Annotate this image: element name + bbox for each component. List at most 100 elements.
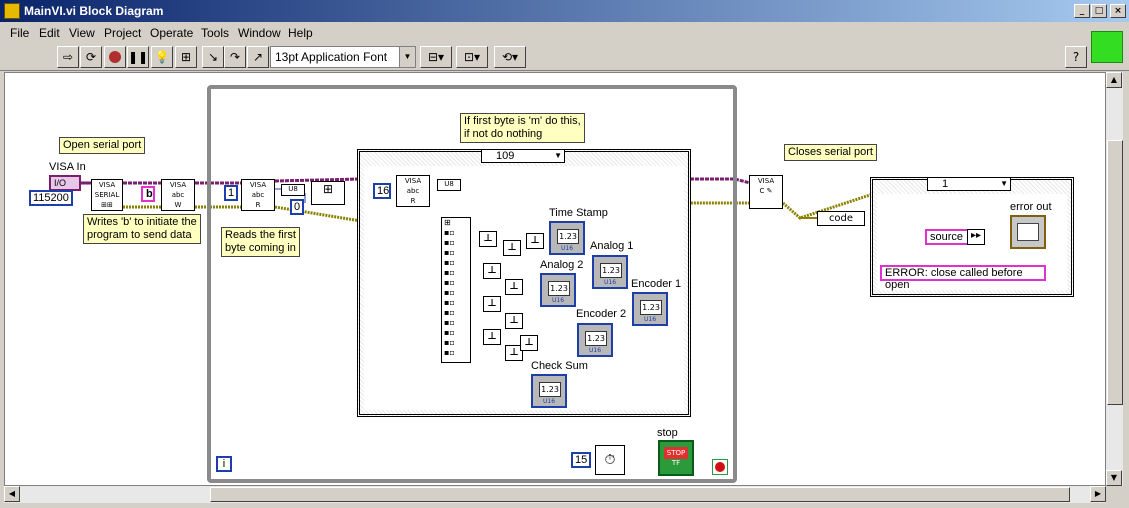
visa-in-control[interactable]: I/O — [49, 175, 81, 191]
comment-writes-b: Writes 'b' to initiate the program to sen… — [83, 214, 201, 244]
indicator-analog-2-value: 1.23 — [548, 281, 570, 296]
run-continuously-icon[interactable]: ⟳ — [80, 46, 102, 68]
pause-icon[interactable]: ❚❚ — [127, 46, 149, 68]
font-selector-value: 13pt Application Font — [275, 50, 388, 64]
label-error-out: error out — [1010, 201, 1052, 213]
label-analog-2: Analog 2 — [540, 259, 584, 271]
block-diagram-canvas: Open serial port Writes 'b' to initiate … — [4, 72, 1106, 486]
menu-edit[interactable]: Edit — [39, 26, 60, 40]
label-stop: stop — [657, 427, 678, 439]
window-title: MainVI.vi Block Diagram — [24, 4, 164, 18]
type-cast-node[interactable]: U8 — [281, 184, 305, 196]
join-numbers-node-5[interactable]: ⊥ — [505, 279, 523, 295]
font-selector[interactable]: 13pt Application Font ▼ — [270, 46, 416, 68]
unbundle-code-label: code — [828, 213, 854, 224]
horizontal-scroll-thumb[interactable] — [210, 487, 1070, 502]
menu-help[interactable]: Help — [288, 26, 313, 40]
comment-open-serial: Open serial port — [59, 137, 146, 154]
menu-bar: File Edit View Project Operate Tools Win… — [0, 23, 1129, 43]
wait-ms-constant[interactable]: 15 — [571, 452, 591, 468]
highlight-execution-icon[interactable]: 💡 — [151, 46, 173, 68]
close-button[interactable]: × — [1110, 4, 1126, 18]
menu-tools[interactable]: Tools — [201, 26, 229, 40]
index-array-tall-node[interactable]: ⊞ ▪▫ ▪▫ ▪▫ ▪▫ ▪▫ ▪▫ ▪▫ ▪▫ ▪▫ ▪▫ ▪▫ ▪▫ ▪▫ — [441, 217, 471, 363]
menu-project[interactable]: Project — [104, 26, 141, 40]
case-selector-right[interactable]: 1 ▼ — [927, 177, 1011, 191]
distribute-objects-icon[interactable]: ⊡▾ — [456, 46, 488, 68]
visa-read-16-node[interactable]: VISA abc R — [396, 175, 430, 207]
help-button[interactable]: ? — [1065, 46, 1087, 68]
label-encoder-2: Encoder 2 — [576, 308, 627, 320]
label-check-sum: Check Sum — [531, 360, 588, 372]
type-cast-node-2[interactable]: U8 — [437, 179, 461, 191]
join-numbers-node-3[interactable]: ⊥ — [526, 233, 544, 249]
indicator-analog-1-value: 1.23 — [600, 263, 622, 278]
indicator-check-sum-type: U16 — [543, 398, 556, 405]
join-numbers-node-6[interactable]: ⊥ — [483, 296, 501, 312]
bytes-16-constant[interactable]: 16 — [373, 183, 391, 199]
join-numbers-node-8[interactable]: ⊥ — [483, 329, 501, 345]
case-selector-inner-value: 109 — [496, 150, 515, 162]
scroll-left-icon[interactable]: ◀ — [4, 486, 20, 502]
indicator-check-sum-value: 1.23 — [539, 382, 561, 397]
indicator-analog-2: 1.23 U16 — [540, 273, 576, 307]
minimize-button[interactable]: _ — [1074, 4, 1090, 18]
vi-icon — [1091, 31, 1123, 63]
join-numbers-node-1[interactable]: ⊥ — [479, 231, 497, 247]
error-message-constant[interactable]: ERROR: close called before open — [880, 265, 1046, 291]
bundle-node[interactable]: ▸▸ — [967, 229, 985, 245]
indicator-analog-1: 1.23 U16 — [592, 255, 628, 289]
index-array-node[interactable]: ⊞ — [311, 181, 345, 205]
reorder-icon[interactable]: ⟲▾ — [494, 46, 526, 68]
loop-condition-terminal[interactable] — [712, 459, 728, 475]
indicator-analog-2-type: U16 — [552, 297, 565, 304]
comment-writes-b-line1: Writes 'b' to initiate the — [87, 216, 197, 228]
step-out-icon[interactable]: ↗ — [247, 46, 269, 68]
scroll-down-icon[interactable]: ▼ — [1106, 470, 1122, 486]
maximize-button[interactable]: □ — [1091, 4, 1107, 18]
menu-window[interactable]: Window — [238, 26, 281, 40]
visa-write-node[interactable]: VISA abc W — [161, 179, 195, 211]
visa-close-node[interactable]: VISA C ✎ — [749, 175, 783, 209]
run-arrow-icon[interactable]: ⇨ — [57, 46, 79, 68]
join-numbers-node-2[interactable]: ⊥ — [503, 240, 521, 256]
indicator-time-stamp-value: 1.23 — [557, 229, 579, 244]
scroll-up-icon[interactable]: ▲ — [1106, 72, 1122, 88]
retain-wire-values-icon[interactable]: ⊞ — [175, 46, 197, 68]
scroll-right-icon[interactable]: ▶ — [1090, 486, 1106, 502]
bytes-to-read-constant[interactable]: 1 — [224, 185, 238, 201]
write-char-constant[interactable]: b — [141, 186, 155, 202]
indicator-encoder-2-value: 1.23 — [585, 331, 607, 346]
indicator-check-sum: 1.23 U16 — [531, 374, 567, 408]
stop-button-terminal[interactable]: STOP TF — [658, 440, 694, 476]
join-numbers-node-4[interactable]: ⊥ — [483, 263, 501, 279]
align-objects-icon[interactable]: ⊟▾ — [420, 46, 452, 68]
indicator-time-stamp-type: U16 — [561, 245, 574, 252]
visa-configure-node[interactable]: VISA SERIAL ⊞⊞ — [91, 179, 123, 211]
case-selector-inner[interactable]: 109 ▼ — [481, 149, 565, 163]
abort-icon[interactable] — [104, 46, 126, 68]
step-into-icon[interactable]: ↘ — [202, 46, 224, 68]
indicator-analog-1-type: U16 — [604, 279, 617, 286]
baud-rate-constant[interactable]: 115200 — [29, 190, 73, 206]
source-constant[interactable]: source — [925, 229, 969, 245]
case-selector-right-value: 1 — [942, 178, 949, 190]
step-over-icon[interactable]: ↷ — [224, 46, 246, 68]
label-visa-in: VISA In — [49, 161, 86, 173]
chevron-down-icon: ▼ — [1000, 179, 1008, 188]
comment-writes-b-line2: program to send data — [87, 229, 192, 241]
error-out-indicator — [1010, 215, 1046, 249]
index-zero-constant[interactable]: 0 — [290, 199, 304, 215]
indicator-encoder-2: 1.23 U16 — [577, 323, 613, 357]
menu-file[interactable]: File — [10, 26, 29, 40]
join-numbers-node-10[interactable]: ⊥ — [520, 335, 538, 351]
menu-view[interactable]: View — [69, 26, 95, 40]
metronome-icon[interactable]: ⏱ — [595, 445, 625, 475]
comment-closes-serial: Closes serial port — [784, 144, 877, 161]
toolbar: ⇨ ⟳ ❚❚ 💡 ⊞ ↘ ↷ ↗ 13pt Application Font ▼ … — [0, 43, 1129, 71]
menu-operate[interactable]: Operate — [150, 26, 193, 40]
unbundle-code-node[interactable]: code — [817, 211, 865, 226]
join-numbers-node-7[interactable]: ⊥ — [505, 313, 523, 329]
visa-read-node[interactable]: VISA abc R — [241, 179, 275, 211]
vertical-scroll-thumb[interactable] — [1107, 140, 1123, 405]
